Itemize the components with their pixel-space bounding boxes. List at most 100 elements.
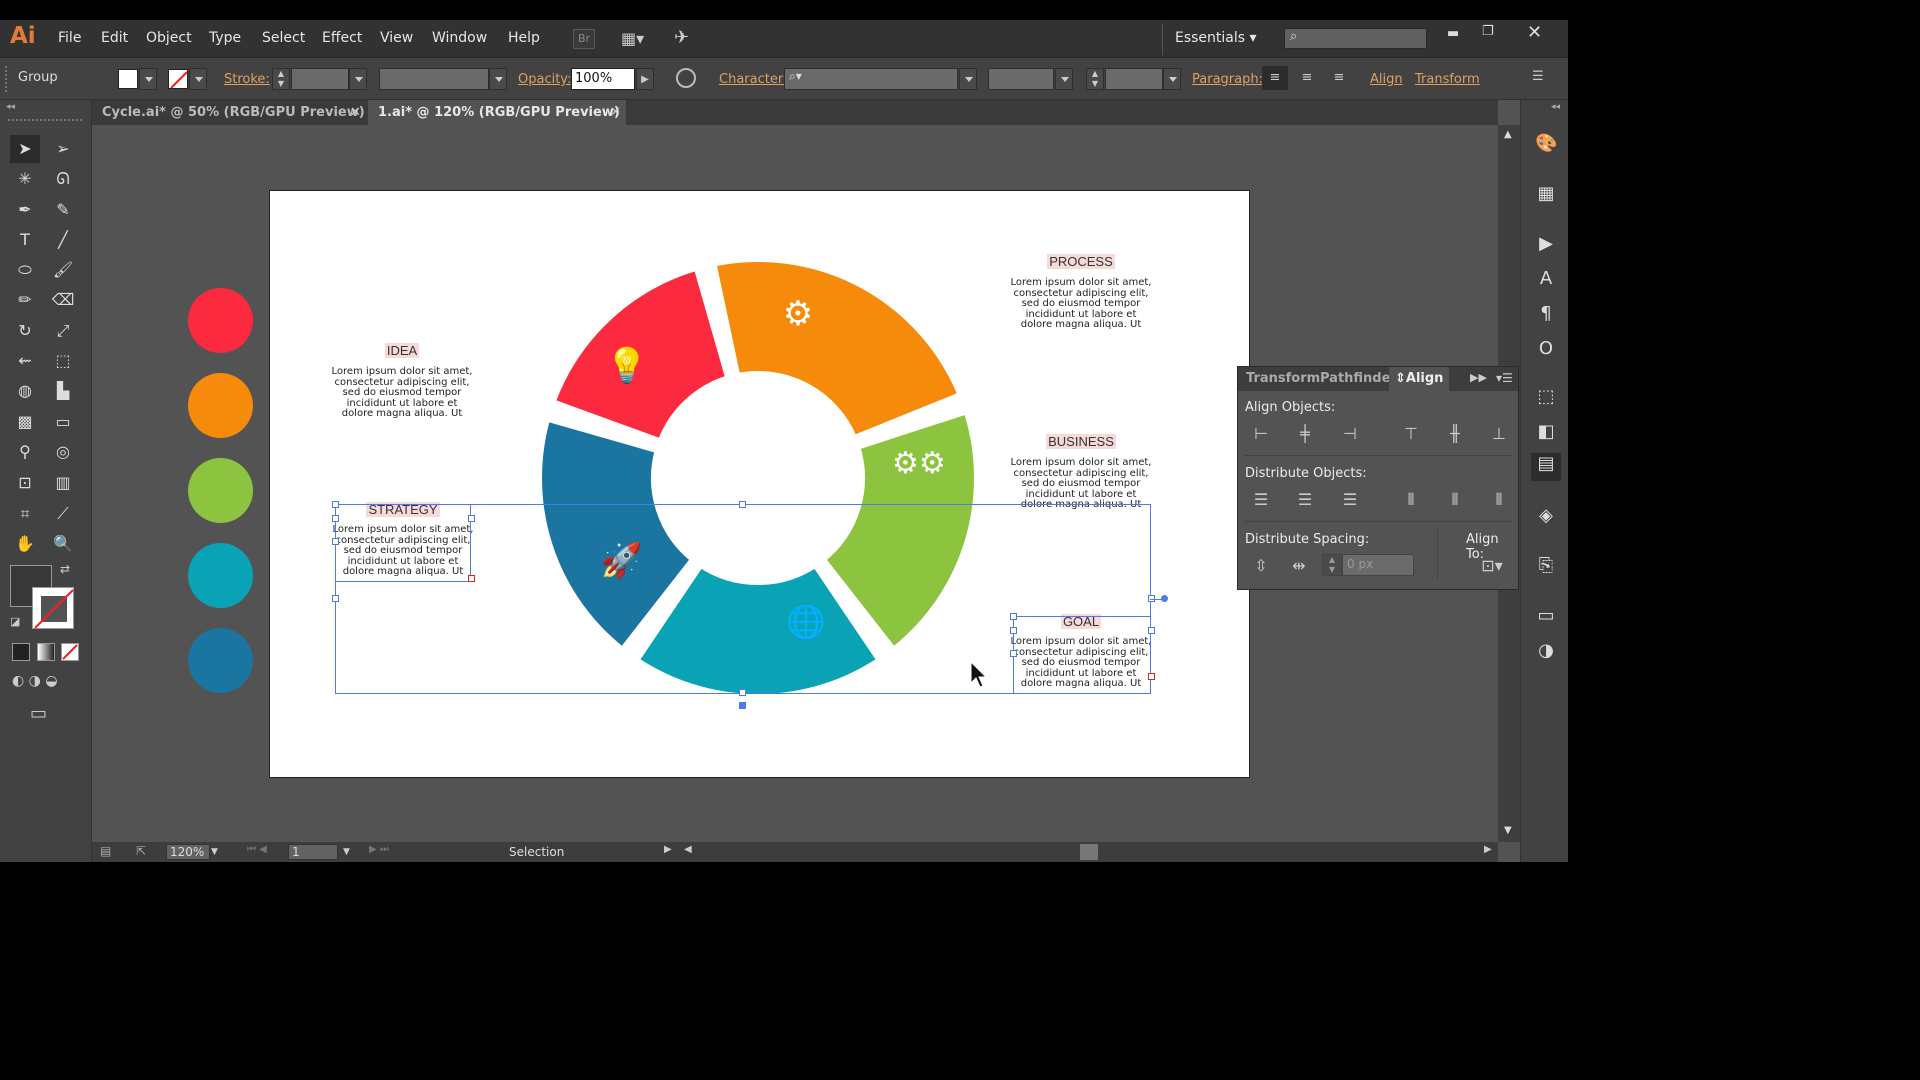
align-center-icon[interactable]: ≡ — [1294, 66, 1320, 90]
swatch-circle-red[interactable] — [188, 288, 253, 353]
selection-tool-icon[interactable]: ➤ — [10, 135, 40, 163]
selection-handle[interactable] — [332, 595, 339, 602]
overflow-handle[interactable] — [1148, 673, 1155, 680]
tab-align[interactable]: ⇕Align — [1389, 367, 1450, 391]
horizontal-align-right-icon[interactable]: ⊣ — [1339, 423, 1361, 445]
stroke-color-box[interactable] — [32, 587, 74, 629]
font-size-dropdown[interactable] — [1163, 68, 1181, 90]
scroll-down-icon[interactable]: ▼ — [1504, 825, 1512, 836]
tab-cycle[interactable]: Cycle.ai* @ 50% (RGB/GPU Preview) ✕ — [92, 100, 366, 125]
drawing-modes-icon[interactable]: ◐ ◑ ◒ — [12, 673, 82, 693]
selection-handle[interactable] — [739, 702, 746, 709]
default-colors-icon[interactable]: ◪ — [10, 615, 20, 628]
minimize-button[interactable]: ▬ — [1447, 26, 1465, 41]
font-family-dropdown[interactable] — [959, 68, 977, 90]
actions-play-icon[interactable]: ▶ — [1535, 233, 1557, 255]
variable-width-field[interactable] — [379, 68, 489, 90]
stroke-dropdown[interactable] — [189, 68, 207, 90]
distribute-bottom-icon[interactable]: ☰ — [1339, 489, 1361, 511]
pen-tool-icon[interactable]: ✒ — [10, 196, 40, 224]
selection-handle[interactable] — [332, 501, 339, 508]
horizontal-align-left-icon[interactable]: ⊢ — [1250, 423, 1272, 445]
stroke-weight-dropdown[interactable] — [349, 68, 367, 90]
control-menu-icon[interactable]: ☰ — [1532, 69, 1544, 84]
workspace-switcher[interactable]: Essentials ▾ — [1175, 30, 1257, 46]
scroll-up-icon[interactable]: ▲ — [1504, 129, 1512, 140]
swatches-icon[interactable]: ▦ — [1535, 183, 1557, 205]
none-mode-icon[interactable] — [61, 643, 79, 661]
magic-wand-tool-icon[interactable]: ✳ — [10, 165, 40, 193]
paintbrush-tool-icon[interactable]: 🖌 — [48, 256, 78, 284]
vertical-align-top-icon[interactable]: ⊤ — [1400, 423, 1422, 445]
menu-type[interactable]: Type — [209, 30, 241, 46]
mesh-tool-icon[interactable]: ▩ — [10, 408, 40, 436]
paragraph-icon[interactable]: ¶ — [1535, 303, 1557, 325]
slice-tool-icon[interactable]: ⟋ — [48, 500, 78, 528]
close-window-button[interactable]: ✕ — [1527, 22, 1545, 43]
selection-handle[interactable] — [739, 501, 746, 508]
horizontal-align-center-icon[interactable]: ╪ — [1294, 423, 1316, 445]
tab-pathfinder[interactable]: Pathfinder — [1320, 367, 1397, 391]
recolor-icon[interactable] — [676, 68, 696, 88]
lasso-tool-icon[interactable]: ᘏ — [48, 165, 78, 193]
gradient-tool-icon[interactable]: ▭ — [48, 408, 78, 436]
spacing-input[interactable]: 0 px — [1342, 554, 1414, 576]
swatch-circle-green[interactable] — [188, 458, 253, 523]
swatch-circle-orange[interactable] — [188, 373, 253, 438]
fill-dropdown[interactable] — [139, 68, 157, 90]
opentype-icon[interactable]: O — [1535, 338, 1557, 360]
gradient-panel-icon[interactable]: ▭ — [1535, 605, 1557, 627]
swatch-circle-teal[interactable] — [188, 543, 253, 608]
artboard-tool-icon[interactable]: ⌗ — [10, 500, 40, 528]
spacing-stepper[interactable]: ▲ ▼ — [1322, 554, 1342, 576]
collapse-tools-icon[interactable]: ◂◂ — [6, 102, 15, 112]
perspective-grid-tool-icon[interactable]: ▙ — [48, 377, 78, 405]
shape-builder-tool-icon[interactable]: ◍ — [10, 377, 40, 405]
arrange-documents-icon[interactable]: ▦▾ — [621, 29, 657, 49]
next-artboard-icon[interactable]: ▶ ⏭ — [369, 844, 389, 855]
close-tab-icon[interactable]: ✕ — [610, 100, 621, 125]
color-guide-icon[interactable]: 🎨 — [1535, 133, 1557, 155]
selection-handle[interactable] — [468, 515, 475, 522]
horizontal-distribute-space-icon[interactable]: ⇹ — [1288, 555, 1310, 577]
line-tool-icon[interactable]: ╱ — [48, 226, 78, 254]
eraser-tool-icon[interactable]: ⌫ — [48, 286, 78, 314]
selection-handle[interactable] — [332, 515, 339, 522]
menu-help[interactable]: Help — [508, 30, 540, 46]
zoom-dropdown[interactable]: ▼ — [211, 844, 225, 860]
curvature-tool-icon[interactable]: ✎ — [48, 196, 78, 224]
search-input[interactable]: ⌕ — [1284, 28, 1427, 49]
align-left-icon[interactable]: ≡ — [1262, 66, 1288, 90]
pathfinder-icon[interactable]: ◧ — [1535, 421, 1557, 443]
artboard[interactable]: 💡 ⚙ ⚙⚙ 🌐 🚀 IDEA Lorem ipsum dolor sit am… — [188, 190, 1250, 778]
swap-colors-icon[interactable]: ⇄ — [60, 562, 70, 576]
layers-icon[interactable]: ◈ — [1535, 505, 1557, 527]
distribute-top-icon[interactable]: ☰ — [1250, 489, 1272, 511]
expand-panel-icon[interactable]: ▶▶ — [1470, 371, 1487, 384]
vertical-align-bottom-icon[interactable]: ⊥ — [1488, 423, 1510, 445]
align-to-selection-icon[interactable]: ⊡▾ — [1476, 555, 1508, 577]
vertical-align-center-icon[interactable]: ╫ — [1444, 423, 1466, 445]
tab-transform[interactable]: Transform — [1246, 367, 1321, 391]
menu-file[interactable]: File — [58, 30, 81, 46]
menu-object[interactable]: Object — [146, 30, 192, 46]
selection-handle[interactable] — [1010, 613, 1017, 620]
menu-edit[interactable]: Edit — [101, 30, 128, 46]
align-link[interactable]: Align — [1370, 72, 1403, 87]
align-panel-icon[interactable]: ▤ — [1531, 453, 1561, 481]
font-style-dropdown[interactable] — [1055, 68, 1073, 90]
direct-selection-tool-icon[interactable]: ➢ — [48, 135, 78, 163]
distribute-vcenter-icon[interactable]: ☰ — [1294, 489, 1316, 511]
opacity-arrow[interactable]: ▶ — [636, 68, 654, 90]
pencil-tool-icon[interactable]: ✏ — [10, 286, 40, 314]
type-tool-icon[interactable]: T — [10, 226, 40, 254]
idea-block[interactable]: IDEA Lorem ipsum dolor sit amet, consecte… — [327, 343, 477, 420]
artboard-dropdown[interactable]: ▼ — [343, 844, 350, 860]
stroke-label[interactable]: Stroke: — [224, 72, 270, 87]
selection-handle[interactable] — [739, 689, 746, 696]
artboard-number-field[interactable]: 1 — [288, 844, 338, 860]
stroke-stepper[interactable]: ▲ ▼ — [272, 68, 290, 90]
tab-1-ai[interactable]: 1.ai* @ 120% (RGB/GPU Preview) ✕ — [368, 100, 626, 125]
selection-handle[interactable] — [1010, 650, 1017, 657]
business-block[interactable]: BUSINESS Lorem ipsum dolor sit amet, cons… — [1006, 434, 1156, 511]
